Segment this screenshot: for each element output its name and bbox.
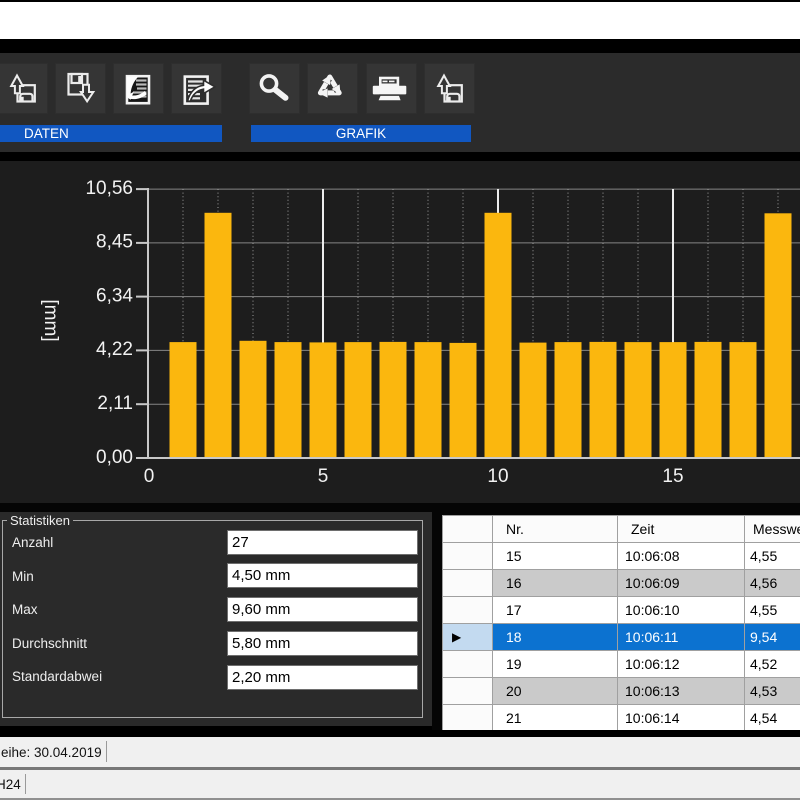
svg-text:10: 10 bbox=[487, 466, 508, 487]
svg-text:0,00: 0,00 bbox=[96, 447, 133, 468]
svg-text:0: 0 bbox=[144, 466, 155, 487]
svg-text:10,56: 10,56 bbox=[85, 178, 133, 199]
svg-text:[mm]: [mm] bbox=[40, 299, 61, 341]
svg-text:15: 15 bbox=[662, 466, 683, 487]
svg-text:8,45: 8,45 bbox=[96, 232, 133, 253]
svg-text:4,22: 4,22 bbox=[96, 339, 133, 360]
svg-text:6,34: 6,34 bbox=[96, 285, 133, 306]
svg-text:2,11: 2,11 bbox=[97, 393, 133, 414]
svg-text:5: 5 bbox=[318, 466, 329, 487]
